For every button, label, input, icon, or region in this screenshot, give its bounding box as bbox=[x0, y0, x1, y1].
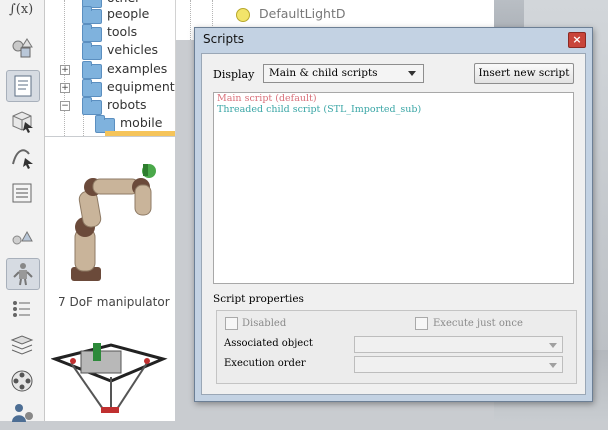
display-select-value: Main & child scripts bbox=[269, 67, 378, 79]
list-icon[interactable] bbox=[6, 294, 38, 324]
script-properties-panel: Disabled Execute just once Associated ob… bbox=[216, 310, 577, 384]
scripts-dialog: Scripts × Display Main & child scripts I… bbox=[194, 27, 593, 402]
model-thumbnail-7dof[interactable] bbox=[53, 159, 165, 289]
display-label: Display bbox=[213, 68, 255, 81]
model-caption: 7 DoF manipulator bbox=[58, 295, 170, 309]
folder-icon bbox=[82, 6, 102, 24]
scene-item-light[interactable]: DefaultLightD bbox=[259, 6, 346, 21]
path-svg bbox=[12, 149, 33, 169]
display-select[interactable]: Main & child scripts bbox=[263, 64, 424, 83]
disabled-label: Disabled bbox=[242, 318, 287, 329]
chevron-down-icon bbox=[408, 71, 416, 76]
execute-once-checkbox[interactable] bbox=[415, 317, 428, 330]
model-browser: 7 DoF manipulator bbox=[45, 137, 175, 421]
model-thumbnail-delta[interactable] bbox=[50, 337, 169, 421]
expand-icon[interactable]: + bbox=[60, 65, 70, 75]
selected-item-highlight bbox=[105, 131, 175, 136]
chevron-down-icon bbox=[549, 363, 557, 368]
light-icon bbox=[236, 8, 250, 22]
shapes-icon[interactable] bbox=[6, 34, 38, 64]
associated-object-select[interactable] bbox=[354, 336, 563, 353]
film-svg bbox=[11, 370, 33, 392]
folder-icon bbox=[82, 42, 102, 60]
collapse-icon[interactable]: − bbox=[60, 101, 70, 111]
script-page-icon[interactable] bbox=[6, 70, 40, 102]
dialog-body: Display Main & child scripts Insert new … bbox=[201, 53, 586, 395]
script-item-threaded-child[interactable]: Threaded child script (STL_Imported_sub) bbox=[217, 104, 421, 115]
folder-icon bbox=[82, 61, 102, 79]
primitives-icon[interactable] bbox=[6, 222, 38, 252]
cube-svg bbox=[12, 111, 33, 133]
robot-svg bbox=[13, 263, 33, 286]
delta-robot-thumbnail-icon bbox=[50, 343, 168, 413]
script-list[interactable]: Main script (default) Threaded child scr… bbox=[213, 92, 574, 284]
script-function-icon[interactable]: ∫(x) bbox=[6, 0, 38, 30]
model-folder-tree: other people tools vehicles + examples +… bbox=[45, 0, 176, 136]
associated-object-label: Associated object bbox=[224, 338, 313, 349]
user-settings-icon[interactable] bbox=[6, 400, 38, 430]
script-properties-title: Script properties bbox=[213, 293, 304, 305]
path-icon[interactable] bbox=[6, 142, 38, 172]
script-page-svg bbox=[14, 75, 32, 97]
robot-icon[interactable] bbox=[6, 258, 40, 290]
manipulator-thumbnail-icon bbox=[71, 164, 156, 281]
disabled-checkbox[interactable] bbox=[225, 317, 238, 330]
execute-once-label: Execute just once bbox=[433, 318, 523, 329]
folder-icon bbox=[82, 97, 102, 115]
layers-icon[interactable] bbox=[6, 330, 38, 360]
script-item-main[interactable]: Main script (default) bbox=[217, 93, 317, 104]
shapes-svg bbox=[12, 38, 33, 58]
properties-icon[interactable] bbox=[6, 178, 38, 208]
expand-icon[interactable]: + bbox=[60, 83, 70, 93]
folder-icon bbox=[82, 24, 102, 42]
execution-order-select[interactable] bbox=[354, 356, 563, 373]
cube-select-icon[interactable] bbox=[6, 106, 38, 136]
left-toolbar: ∫(x) bbox=[0, 0, 45, 422]
insert-new-script-button[interactable]: Insert new script bbox=[474, 63, 574, 84]
chevron-down-icon bbox=[549, 343, 557, 348]
properties-svg bbox=[12, 183, 32, 203]
layers-svg bbox=[10, 335, 34, 355]
list-svg bbox=[13, 301, 30, 317]
user-settings-svg bbox=[12, 404, 33, 422]
film-icon[interactable] bbox=[6, 366, 38, 396]
close-icon[interactable]: × bbox=[568, 32, 586, 48]
folder-icon bbox=[82, 79, 102, 97]
primitives-svg bbox=[12, 230, 33, 245]
execution-order-label: Execution order bbox=[224, 358, 306, 369]
dialog-title: Scripts bbox=[203, 32, 245, 46]
